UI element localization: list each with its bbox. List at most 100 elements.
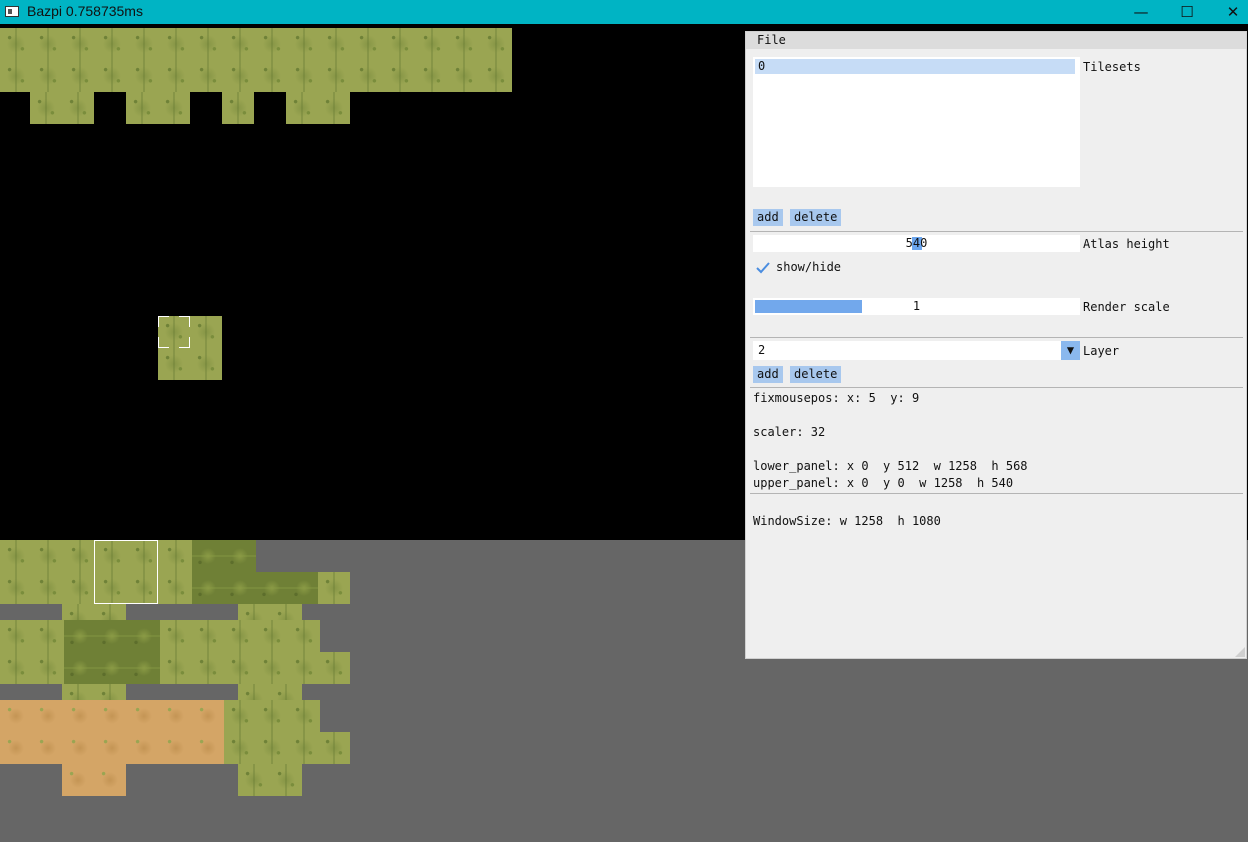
tile <box>318 92 350 124</box>
atlas-height-label: Atlas height <box>1083 237 1170 251</box>
triangle-down-icon[interactable]: ▼ <box>1061 341 1080 360</box>
tile <box>224 572 256 604</box>
tile <box>224 28 256 60</box>
tile <box>192 620 224 652</box>
tile <box>0 572 32 604</box>
minimize-button[interactable]: — <box>1118 0 1164 24</box>
tile <box>128 28 160 60</box>
tile <box>32 540 64 572</box>
tile <box>32 732 64 764</box>
divider <box>750 231 1243 232</box>
tile <box>96 620 128 652</box>
render-scale-slider[interactable]: 1 <box>753 298 1080 315</box>
add-layer-button[interactable]: add <box>753 366 783 383</box>
tile <box>256 700 288 732</box>
tile <box>256 60 288 92</box>
tile <box>224 732 256 764</box>
tile <box>0 620 32 652</box>
tile <box>222 92 254 124</box>
brush-cursor <box>158 316 190 348</box>
layer-label: Layer <box>1083 344 1120 358</box>
tile <box>384 28 416 60</box>
tile <box>160 620 192 652</box>
tile <box>256 572 288 604</box>
tilesets-listbox[interactable]: 0 <box>753 57 1080 187</box>
tile <box>62 92 94 124</box>
tile <box>160 700 192 732</box>
tile <box>64 652 96 684</box>
render-scale-label: Render scale <box>1083 300 1170 314</box>
show-hide-label[interactable]: show/hide <box>776 260 841 274</box>
tile <box>32 28 64 60</box>
tile <box>0 700 32 732</box>
tile <box>320 60 352 92</box>
tile <box>96 700 128 732</box>
tile <box>128 700 160 732</box>
tile <box>0 60 32 92</box>
tile <box>160 572 192 604</box>
tileset-item[interactable]: 0 <box>755 59 1075 74</box>
tile <box>32 700 64 732</box>
atlas-height-value: 540 <box>905 236 928 250</box>
tile <box>224 60 256 92</box>
tile <box>288 620 320 652</box>
resize-grip[interactable] <box>1235 647 1245 657</box>
tile <box>318 572 350 604</box>
tile <box>288 652 320 684</box>
title-bar: Bazpi 0.758735ms — ☐ ✕ <box>0 0 1248 24</box>
tools-panel: File 0 Tilesets add delete 540 Atlas hei… <box>745 31 1247 659</box>
close-button[interactable]: ✕ <box>1210 0 1248 24</box>
maximize-button[interactable]: ☐ <box>1164 0 1210 24</box>
layer-combo[interactable]: 2 ▼ <box>753 341 1080 360</box>
tile <box>256 620 288 652</box>
tile <box>0 732 32 764</box>
tile <box>158 348 190 380</box>
tile <box>480 60 512 92</box>
tile <box>158 92 190 124</box>
tile <box>0 652 32 684</box>
tile <box>288 28 320 60</box>
tilesets-label: Tilesets <box>1083 60 1141 74</box>
tile <box>190 348 222 380</box>
tile <box>160 540 192 572</box>
tile <box>96 732 128 764</box>
tile <box>224 540 256 572</box>
tile <box>256 732 288 764</box>
tile <box>416 60 448 92</box>
tile <box>384 60 416 92</box>
tile <box>126 92 158 124</box>
app-icon <box>5 6 19 17</box>
tile <box>64 732 96 764</box>
tile <box>30 92 62 124</box>
tile <box>352 60 384 92</box>
fixmousepos-text: fixmousepos: x: 5 y: 9 <box>753 391 920 405</box>
tile <box>224 700 256 732</box>
delete-layer-button[interactable]: delete <box>790 366 842 383</box>
delete-tileset-button[interactable]: delete <box>790 209 842 226</box>
window-title: Bazpi 0.758735ms <box>27 3 143 19</box>
tile <box>64 700 96 732</box>
tile <box>32 60 64 92</box>
upper-panel-text: upper_panel: x 0 y 0 w 1258 h 540 <box>753 476 1014 490</box>
tile <box>0 540 32 572</box>
atlas-height-slider[interactable]: 540 <box>753 235 1080 252</box>
atlas-selection <box>94 540 158 604</box>
tile <box>160 652 192 684</box>
tile <box>96 652 128 684</box>
tile <box>448 28 480 60</box>
tile <box>160 28 192 60</box>
tile <box>224 652 256 684</box>
tile <box>96 60 128 92</box>
tile <box>318 732 350 764</box>
tile <box>320 28 352 60</box>
tile <box>62 764 94 796</box>
tile <box>94 764 126 796</box>
menu-file[interactable]: File <box>757 33 786 47</box>
window-size-text: WindowSize: w 1258 h 1080 <box>753 514 941 528</box>
layer-value: 2 <box>758 343 766 357</box>
tile <box>32 620 64 652</box>
tile <box>480 28 512 60</box>
tile <box>190 316 222 348</box>
add-tileset-button[interactable]: add <box>753 209 783 226</box>
checkmark-icon[interactable] <box>755 260 771 276</box>
